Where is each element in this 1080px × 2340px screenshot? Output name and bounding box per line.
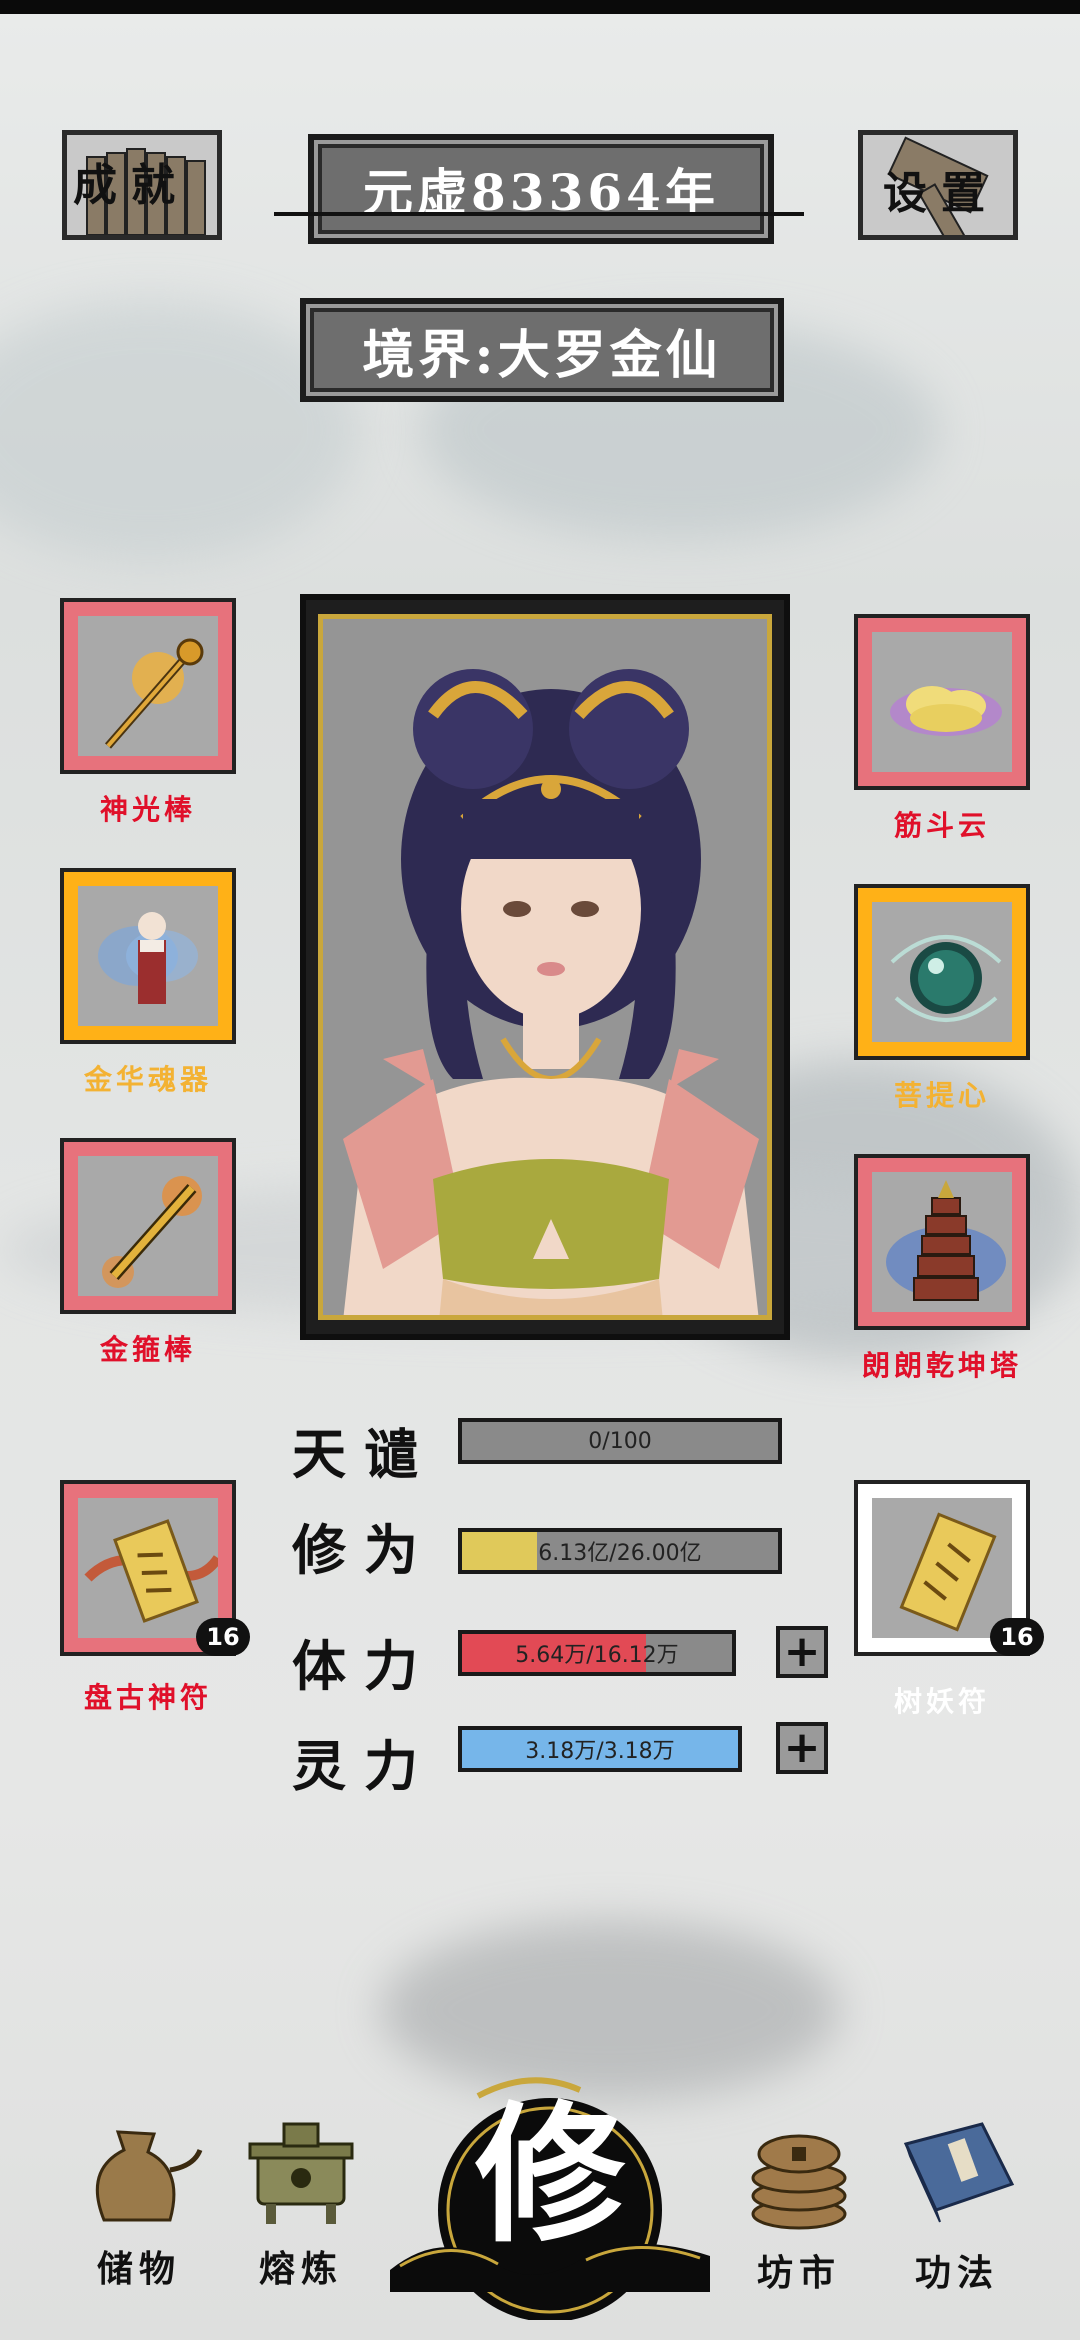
nav-techniques-label: 功法 xyxy=(914,2252,999,2294)
golden-staff-icon xyxy=(104,638,204,749)
slot-right-1-label: 筋斗云 xyxy=(893,809,990,842)
realm-text: 境界:大罗金仙 xyxy=(362,324,722,386)
stat-stamina-label: 体力 xyxy=(292,1634,436,1698)
spirit-plus-button[interactable]: + xyxy=(776,1722,828,1774)
slot-left-4-count: 16 xyxy=(196,1618,250,1656)
nav-storage-label: 储物 xyxy=(96,2248,181,2290)
stamina-plus-button[interactable]: + xyxy=(776,1626,828,1678)
slot-right-3[interactable] xyxy=(854,1154,1030,1330)
slot-left-2[interactable] xyxy=(60,868,236,1044)
nav-market[interactable]: 坊市 xyxy=(724,2114,874,2296)
slot-left-3-label: 金箍棒 xyxy=(99,1333,196,1366)
slot-right-2[interactable] xyxy=(854,884,1030,1060)
settings-button[interactable]: 设置 xyxy=(858,130,1018,240)
pouch-icon xyxy=(95,2130,203,2222)
talisman-icon xyxy=(899,1512,997,1632)
stat-spirit-label: 灵力 xyxy=(292,1734,436,1798)
stamina-value: 5.64万/16.12万 xyxy=(515,1643,679,1668)
slot-left-3[interactable] xyxy=(60,1138,236,1314)
stamina-bar: 5.64万/16.12万 xyxy=(458,1630,736,1676)
spirit-value: 3.18万/3.18万 xyxy=(525,1739,675,1764)
cauldron-icon xyxy=(248,2122,354,2224)
nav-smelting[interactable]: 熔炼 xyxy=(226,2110,376,2292)
slot-left-4-label: 盘古神符 xyxy=(83,1681,212,1714)
nav-techniques[interactable]: 功法 xyxy=(882,2114,1032,2296)
slot-left-1-label: 神光棒 xyxy=(99,793,196,826)
slot-right-3-label: 朗朗乾坤塔 xyxy=(861,1349,1022,1382)
cultivation-bar: 6.13亿/26.00亿 xyxy=(458,1528,782,1574)
nav-market-label: 坊市 xyxy=(756,2252,841,2294)
stat-tribulation-label: 天谴 xyxy=(292,1422,436,1486)
talisman-icon xyxy=(84,1519,218,1623)
achievements-label: 成就 xyxy=(73,160,189,211)
nav-smelting-label: 熔炼 xyxy=(258,2248,343,2290)
settings-label: 设置 xyxy=(883,168,999,219)
coins-icon xyxy=(751,2134,847,2230)
tribulation-bar: 0/100 xyxy=(458,1418,782,1464)
slot-left-1[interactable] xyxy=(60,598,236,774)
book-icon xyxy=(903,2122,1015,2223)
slot-right-4-label: 树妖符 xyxy=(893,1685,990,1718)
character-avatar xyxy=(343,669,759,1315)
nav-cultivate-label: 修 xyxy=(474,2087,625,2263)
spirit-bar: 3.18万/3.18万 xyxy=(458,1726,742,1772)
plaque-rod xyxy=(274,212,804,216)
cloud-icon xyxy=(890,686,1002,736)
year-plaque: 元虚83364年 xyxy=(308,134,774,244)
golden-rod-icon xyxy=(102,1176,202,1288)
nav-storage[interactable]: 储物 xyxy=(64,2110,214,2292)
character-portrait[interactable] xyxy=(300,594,790,1340)
cultivation-value: 6.13亿/26.00亿 xyxy=(538,1541,702,1566)
stat-cultivation-label: 修为 xyxy=(292,1518,436,1582)
achievements-button[interactable]: 成就 xyxy=(62,130,222,240)
nav-cultivate[interactable]: 修 xyxy=(380,2060,720,2320)
tribulation-value: 0/100 xyxy=(588,1428,652,1454)
slot-right-2-label: 菩提心 xyxy=(893,1079,990,1112)
slot-right-4-count: 16 xyxy=(990,1618,1044,1656)
slot-left-2-label: 金华魂器 xyxy=(83,1063,212,1096)
slot-right-1[interactable] xyxy=(854,614,1030,790)
spirit-figure-icon xyxy=(98,912,198,1004)
pagoda-icon xyxy=(886,1180,1006,1301)
orb-icon xyxy=(890,935,1002,1022)
realm-plaque: 境界:大罗金仙 xyxy=(300,298,784,402)
